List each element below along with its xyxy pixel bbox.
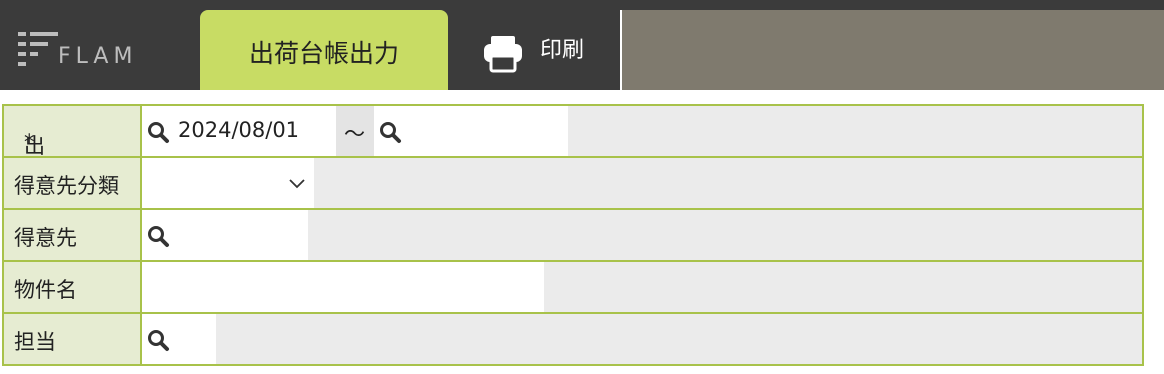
chevron-down-icon — [289, 179, 305, 189]
form-row-property-name: 物件名 — [2, 262, 1144, 314]
logo-text: FLAM — [58, 44, 138, 69]
customer-category-label: 得意先分類 — [4, 158, 142, 208]
customer-label: 得意先 — [4, 210, 142, 260]
search-icon[interactable] — [146, 120, 170, 144]
search-icon[interactable] — [378, 120, 402, 144]
tab-label: 出荷台帳出力 — [248, 39, 399, 68]
logo-marks — [18, 26, 58, 66]
top-bar: FLAM 出荷台帳出力 印刷 — [0, 0, 1164, 90]
customer-label-text: 得意先 — [14, 226, 77, 250]
customer-category-select[interactable] — [142, 158, 314, 208]
customer-field[interactable] — [142, 210, 308, 260]
search-icon[interactable] — [146, 224, 170, 248]
header-filler — [622, 10, 1164, 90]
property-name-input[interactable] — [142, 262, 544, 312]
property-name-label: 物件名 — [4, 262, 142, 312]
property-name-label-text: 物件名 — [14, 278, 77, 302]
ship-date-from-value: 2024/08/01 — [178, 118, 300, 142]
form-row-assignee: 担当 — [2, 314, 1144, 366]
date-range-separator: 〜 — [336, 106, 374, 156]
printer-icon — [484, 36, 522, 73]
range-separator-text: 〜 — [344, 122, 365, 146]
ship-date-to-field[interactable] — [374, 106, 568, 156]
assignee-field[interactable] — [142, 314, 216, 364]
flam-logo: FLAM — [18, 26, 178, 70]
search-form: 出荷日* 2024/08/01 〜 得意先分類 — [2, 104, 1144, 366]
print-button[interactable]: 印刷 — [448, 10, 620, 90]
ship-date-label: 出荷日* — [4, 106, 142, 218]
tab-shipment-ledger-output[interactable]: 出荷台帳出力 — [200, 10, 448, 90]
ship-date-from-field[interactable]: 2024/08/01 — [142, 106, 336, 156]
required-mark: * — [24, 130, 35, 154]
form-row-ship-date: 出荷日* 2024/08/01 〜 — [2, 104, 1144, 218]
form-row-customer-category: 得意先分類 — [2, 158, 1144, 210]
assignee-label-text: 担当 — [14, 330, 56, 354]
customer-category-label-text: 得意先分類 — [14, 174, 119, 198]
assignee-label: 担当 — [4, 314, 142, 364]
search-icon[interactable] — [146, 328, 170, 352]
form-row-customer: 得意先 — [2, 210, 1144, 262]
print-label: 印刷 — [540, 38, 585, 63]
